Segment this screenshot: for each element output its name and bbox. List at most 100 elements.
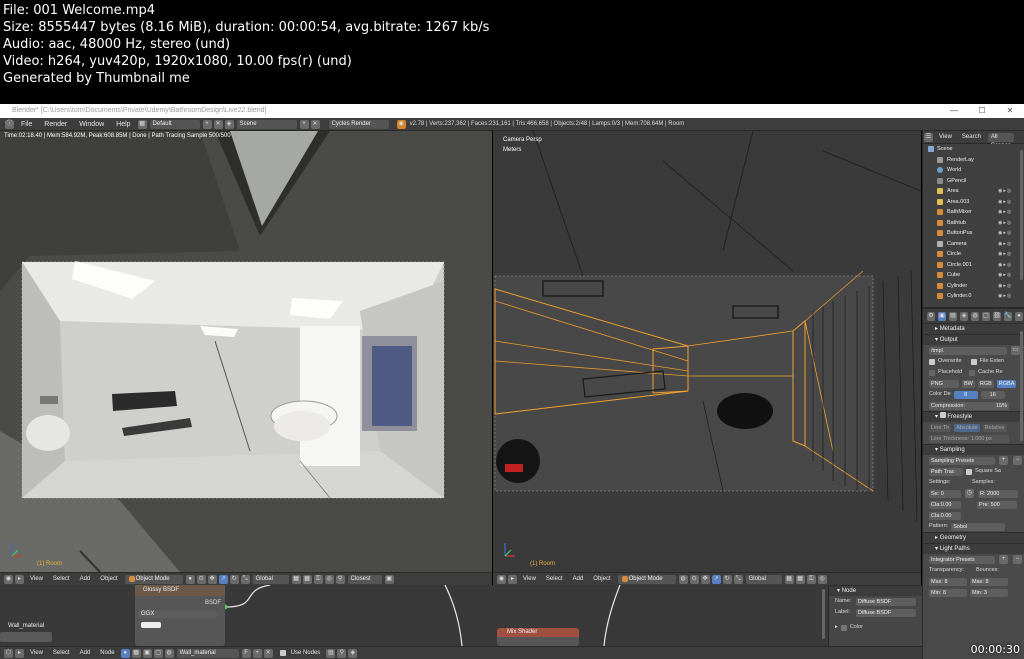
translate-icon[interactable]: ↗: [218, 574, 228, 584]
visibility-icons[interactable]: ◉▸◎: [998, 209, 1020, 215]
snap-icon[interactable]: ⚲: [335, 574, 345, 584]
visibility-icons[interactable]: ◉▸◎: [998, 293, 1020, 299]
constraints-tab-icon[interactable]: ⛓: [993, 311, 1001, 321]
layers-icon-right-2[interactable]: ▦: [795, 574, 805, 584]
visibility-icons[interactable]: ◉▸◎: [998, 272, 1020, 278]
visibility-icons[interactable]: ◉▸◎: [998, 262, 1020, 268]
outliner-editor-icon[interactable]: ☰: [924, 132, 933, 142]
placeholders-checkbox[interactable]: [929, 369, 935, 376]
line-thickness-field[interactable]: Line Thickness: 1.000 px: [929, 434, 1009, 443]
orientation-select-right[interactable]: Global: [745, 574, 782, 584]
view3d-editor-icon[interactable]: ◉: [4, 574, 13, 584]
properties-scrollbar[interactable]: [1020, 331, 1023, 441]
screen-layout-icon[interactable]: ▦: [137, 119, 147, 129]
camera-viewport[interactable]: Camera Persp Meters (1) Room: [493, 131, 921, 572]
layout-field[interactable]: Default: [149, 119, 200, 129]
outliner-tab-search[interactable]: Search: [957, 134, 986, 140]
layer-lock-icon[interactable]: ⚿: [313, 574, 323, 584]
world-tab-icon[interactable]: ◍: [971, 311, 979, 321]
file-format-select[interactable]: PNG: [929, 379, 959, 388]
outliner-display-mode[interactable]: All Scenes: [987, 132, 1014, 149]
menu-help[interactable]: Help: [110, 118, 136, 131]
color-rgb-button[interactable]: RGB: [977, 379, 994, 388]
scene-icon[interactable]: ◈: [224, 119, 234, 129]
depth-8-button[interactable]: 8: [953, 390, 978, 399]
mode-select-right[interactable]: Object Mode: [617, 574, 676, 584]
node-label-field[interactable]: Diffuse BSDF: [856, 608, 916, 617]
proportional-edit-icon[interactable]: ◎: [324, 574, 334, 584]
layers-icon-right[interactable]: ▦: [784, 574, 794, 584]
wireframe-shading-icon[interactable]: ◍: [678, 574, 688, 584]
transparency-max-field[interactable]: Max: 8: [929, 577, 967, 586]
maximize-button[interactable]: ☐: [968, 104, 996, 118]
file-ext-checkbox[interactable]: [970, 358, 977, 365]
translate-icon-right[interactable]: ↗: [711, 574, 721, 584]
outliner-item[interactable]: BathMixer ◉▸◎: [923, 207, 1024, 218]
outliner-item[interactable]: Cylinder ◉▸◎: [923, 281, 1024, 292]
scale-icon-right[interactable]: ⤡: [733, 574, 743, 584]
clock-icon[interactable]: ◷: [965, 489, 974, 498]
header-collapse-icon-right[interactable]: ▸: [508, 574, 517, 584]
node-editor-scrollbar[interactable]: [822, 589, 825, 639]
render-preview-icon[interactable]: ▣: [384, 574, 394, 584]
compositing-nodes-icon[interactable]: ▣: [142, 648, 152, 658]
visibility-icons[interactable]: ◉▸◎: [998, 251, 1020, 257]
outliner-item[interactable]: Cylinder.0 ◉▸◎: [923, 291, 1024, 302]
color-rgba-button[interactable]: RGBA: [996, 379, 1017, 388]
outliner-item[interactable]: Camera ◉▸◎: [923, 239, 1024, 250]
color-section-checkbox[interactable]: [840, 624, 847, 631]
render-layers-tab-icon[interactable]: ▤: [949, 311, 957, 321]
color-swatch[interactable]: [141, 622, 161, 628]
outliner-item[interactable]: RenderLay: [923, 155, 1024, 166]
outliner-item[interactable]: World: [923, 165, 1024, 176]
cache-result-checkbox[interactable]: [969, 369, 976, 376]
node-menu-view[interactable]: View: [25, 650, 48, 656]
depth-16-button[interactable]: 16: [980, 390, 1005, 399]
absolute-button[interactable]: Absolute: [954, 423, 980, 432]
object-nodes-icon[interactable]: ▢: [153, 648, 163, 658]
glossy-bsdf-node[interactable]: Glossy BSDF BSDF GGX: [135, 585, 225, 646]
menu-select-right[interactable]: Select: [541, 576, 568, 582]
visibility-icons[interactable]: ◉▸◎: [998, 188, 1020, 194]
layers-icon[interactable]: ▦: [291, 574, 301, 584]
color-bw-button[interactable]: BW: [962, 379, 975, 388]
material-field[interactable]: Wall_material: [176, 648, 239, 658]
snap-element-select[interactable]: Closest: [347, 574, 382, 584]
node-menu-node[interactable]: Node: [95, 650, 119, 656]
render-tab-icon[interactable]: ▣: [938, 311, 946, 321]
proportional-edit-icon-right[interactable]: ◎: [817, 574, 827, 584]
seed-field[interactable]: Se: 0: [929, 489, 961, 498]
section-sampling[interactable]: ▾ Sampling: [923, 444, 1024, 455]
clamp-direct-field[interactable]: Cla:0.00: [929, 500, 961, 509]
line-thickness-mode[interactable]: Line Th: [929, 423, 952, 432]
rotate-icon[interactable]: ↻: [229, 574, 239, 584]
object-tab-icon[interactable]: ▢: [982, 311, 990, 321]
rotate-icon-right[interactable]: ↻: [722, 574, 732, 584]
outliner-item[interactable]: GPencil: [923, 176, 1024, 187]
close-button[interactable]: ✕: [996, 104, 1024, 118]
integrator-presets-select[interactable]: Integrator Presets: [929, 555, 995, 564]
node-tree-icon[interactable]: ◈: [348, 648, 358, 658]
fake-user-icon[interactable]: F: [241, 648, 251, 658]
visibility-icons[interactable]: ◉▸◎: [998, 220, 1020, 226]
relative-button[interactable]: Relative: [982, 423, 1007, 432]
view3d-editor-icon-right[interactable]: ◉: [497, 574, 506, 584]
visibility-icons[interactable]: ◉▸◎: [998, 199, 1020, 205]
outliner-item[interactable]: Bathtub ◉▸◎: [923, 218, 1024, 229]
shader-nodes-icon[interactable]: ●: [120, 648, 130, 658]
add-preset-icon[interactable]: +: [999, 456, 1008, 465]
unlink-material-icon[interactable]: ✕: [263, 648, 273, 658]
pivot-icon-right[interactable]: ⊙: [689, 574, 699, 584]
section-metadata[interactable]: ▸ Metadata: [923, 323, 1024, 334]
preview-samples-field[interactable]: Pre: 500: [977, 500, 1017, 509]
orientation-select[interactable]: Global: [252, 574, 289, 584]
scene-tab-icon[interactable]: ◈: [960, 311, 968, 321]
bounces-min-field[interactable]: Min: 3: [970, 588, 1008, 597]
mode-select[interactable]: Object Mode: [124, 574, 183, 584]
add-material-icon[interactable]: +: [252, 648, 262, 658]
outliner-item[interactable]: Circle.001 ◉▸◎: [923, 260, 1024, 271]
properties-editor-icon[interactable]: ⚙: [927, 311, 935, 321]
outliner-item[interactable]: Area.003 ◉▸◎: [923, 197, 1024, 208]
integrator-select[interactable]: Path Trac: [929, 467, 963, 476]
node-panel-header[interactable]: ▾ Node: [829, 585, 922, 596]
